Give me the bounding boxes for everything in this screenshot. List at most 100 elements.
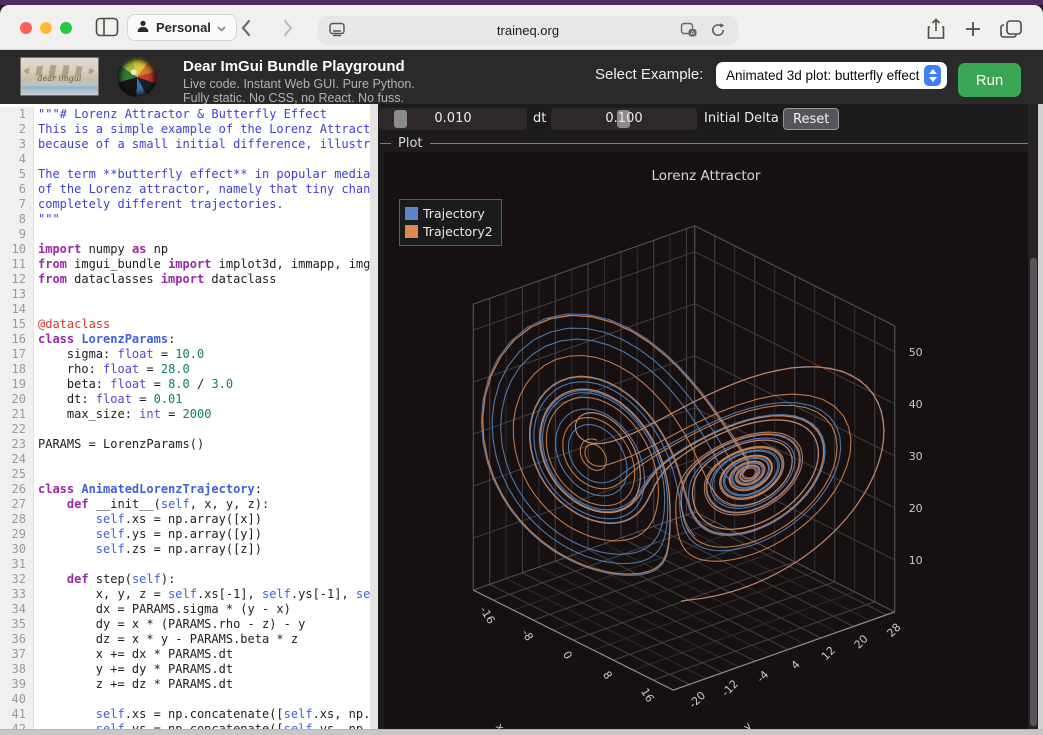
code-text: self.ys = np.array([y])	[34, 527, 262, 542]
code-text: import numpy as np	[34, 242, 168, 257]
imgui-vertical-scrollbar[interactable]	[1028, 104, 1038, 729]
share-icon[interactable]	[926, 18, 946, 45]
code-line: 24	[0, 452, 370, 467]
line-number: 36	[0, 632, 34, 647]
axis-tick-label: -20	[686, 689, 708, 711]
code-editor[interactable]: 1"""# Lorenz Attractor & Butterfly Effec…	[0, 104, 370, 729]
code-line: 28 self.xs = np.array([x])	[0, 512, 370, 527]
run-button-label: Run	[976, 72, 1004, 89]
code-line: 39 z += dz * PARAMS.dt	[0, 677, 370, 692]
legend-item-trajectory[interactable]: Trajectory	[405, 204, 493, 222]
page-horizontal-scrollbar[interactable]	[0, 729, 1043, 735]
line-number: 9	[0, 227, 34, 242]
code-text: x, y, z = self.xs[-1], self.ys[-1], self…	[34, 587, 370, 602]
imgui-vertical-scrollbar-thumb[interactable]	[1030, 258, 1037, 726]
axis-tick-label: -8	[519, 627, 536, 643]
initial-delta-slider-label: Initial Delta	[704, 111, 779, 126]
code-line: 36 dz = x * y - PARAMS.beta * z	[0, 632, 370, 647]
close-window-button[interactable]	[20, 22, 32, 34]
zoom-window-button[interactable]	[60, 22, 72, 34]
line-number: 19	[0, 377, 34, 392]
editor-splitter[interactable]	[370, 104, 378, 729]
profile-button[interactable]: Personal	[127, 14, 237, 41]
code-line: 8"""	[0, 212, 370, 227]
code-line: 2This is a simple example of the Lorenz …	[0, 122, 370, 137]
code-text: def __init__(self, x, y, z):	[34, 497, 269, 512]
code-text	[34, 302, 38, 317]
plot-box-edge	[473, 590, 894, 690]
plot-title: Lorenz Attractor	[384, 168, 1028, 184]
example-select[interactable]: Animated 3d plot: butterfly effect	[716, 62, 947, 89]
code-text	[34, 227, 38, 242]
code-text: dt: float = 0.01	[34, 392, 183, 407]
separator-dash	[380, 143, 391, 144]
reload-icon[interactable]	[710, 22, 726, 43]
back-button[interactable]	[236, 18, 258, 43]
line-number: 41	[0, 707, 34, 722]
axis-tick-label: 8	[600, 669, 615, 682]
code-text: x += dx * PARAMS.dt	[34, 647, 233, 662]
address-bar[interactable]: traineq.org A	[318, 16, 738, 45]
app-tagline-1: Live code. Instant Web GUI. Pure Python.	[183, 77, 415, 91]
axis-tick-label: 4	[789, 658, 803, 672]
legend-item-trajectory2[interactable]: Trajectory2	[405, 222, 493, 240]
plot-legend[interactable]: Trajectory Trajectory2	[399, 199, 502, 246]
code-line: 26class AnimatedLorenzTrajectory:	[0, 482, 370, 497]
code-text: self.ys = np.concatenate([self.ys, np.ar…	[34, 722, 370, 729]
line-number: 8	[0, 212, 34, 227]
line-number: 25	[0, 467, 34, 482]
code-text: from imgui_bundle import implot3d, immap…	[34, 257, 370, 272]
code-line: 38 y += dy * PARAMS.dt	[0, 662, 370, 677]
minimize-window-button[interactable]	[40, 22, 52, 34]
axis-tick-label: x	[493, 721, 508, 729]
code-text: dz = x * y - PARAMS.beta * z	[34, 632, 298, 647]
axis-tick-label: -4	[754, 668, 771, 685]
run-button[interactable]: Run	[958, 63, 1021, 97]
code-line: 18 rho: float = 28.0	[0, 362, 370, 377]
line-number: 42	[0, 722, 34, 729]
code-line: 17 sigma: float = 10.0	[0, 347, 370, 362]
code-text: max_size: int = 2000	[34, 407, 211, 422]
axis-tick-label: 20	[909, 502, 923, 515]
code-text	[34, 557, 38, 572]
page-vertical-scrollbar[interactable]	[1038, 104, 1043, 735]
line-number: 21	[0, 407, 34, 422]
axis-tick-label: 30	[909, 450, 923, 463]
plot-section-label: Plot	[398, 136, 423, 151]
line-number: 18	[0, 362, 34, 377]
trajectory-label: Trajectory	[423, 206, 485, 221]
code-line: 40	[0, 692, 370, 707]
line-number: 5	[0, 167, 34, 182]
code-text: This is a simple example of the Lorenz A…	[34, 122, 370, 137]
code-line: 12from dataclasses import dataclass	[0, 272, 370, 287]
code-line: 9	[0, 227, 370, 242]
initial-delta-slider-value: 0.100	[551, 111, 697, 126]
line-number: 23	[0, 437, 34, 452]
code-line: 27 def __init__(self, x, y, z):	[0, 497, 370, 512]
dt-slider[interactable]: 0.010	[379, 108, 527, 130]
code-text	[34, 152, 38, 167]
logo-text: dear imgui	[20, 74, 99, 83]
code-line: 15@dataclass	[0, 317, 370, 332]
new-tab-icon[interactable]	[963, 18, 983, 45]
line-number: 26	[0, 482, 34, 497]
code-line: 21 max_size: int = 2000	[0, 407, 370, 422]
imgui-panel: 0.010 dt 0.100 Initial Delta Reset Plot …	[378, 104, 1038, 729]
initial-delta-slider[interactable]: 0.100	[551, 108, 697, 130]
line-number: 37	[0, 647, 34, 662]
plot-canvas[interactable]: -16-80816-20-12-441220281020304050xy Lor…	[384, 152, 1028, 729]
app-tagline-2: Fully static. No CSS, no React. No fuss.	[183, 91, 404, 105]
forward-button[interactable]	[276, 18, 298, 43]
code-line: 20 dt: float = 0.01	[0, 392, 370, 407]
code-text	[34, 452, 38, 467]
browser-toolbar: Personal traineq.org A	[0, 5, 1043, 50]
axis-tick-label: 28	[884, 621, 903, 640]
tab-overview-icon[interactable]	[1000, 18, 1024, 45]
sidebar-icon[interactable]	[95, 17, 119, 42]
code-line: 14	[0, 302, 370, 317]
translate-icon[interactable]: A	[680, 22, 698, 43]
reset-button[interactable]: Reset	[783, 108, 839, 130]
line-number: 27	[0, 497, 34, 512]
code-text: @dataclass	[34, 317, 110, 332]
line-number: 13	[0, 287, 34, 302]
